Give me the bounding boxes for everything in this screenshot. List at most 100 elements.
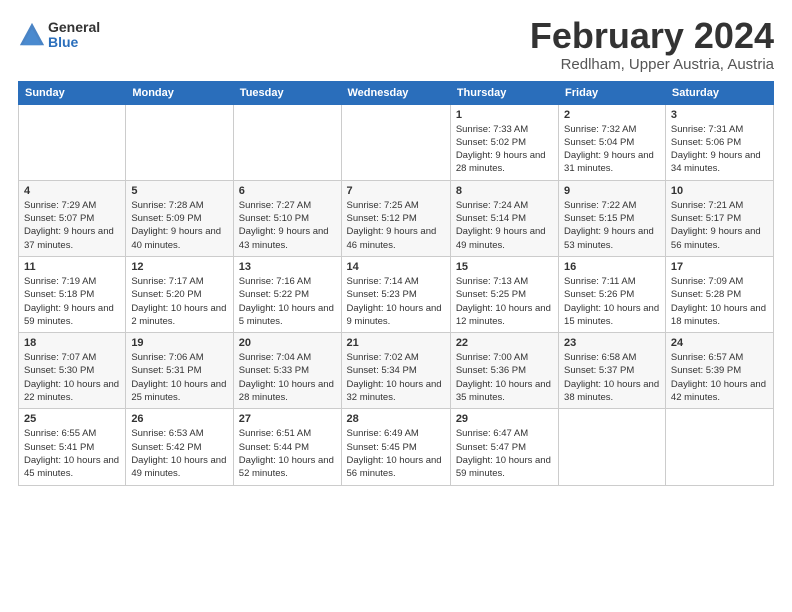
day-info: Sunrise: 7:02 AM Sunset: 5:34 PM Dayligh…	[347, 351, 445, 404]
day-number: 16	[564, 261, 660, 273]
logo-general: General	[48, 20, 100, 35]
day-info: Sunrise: 7:13 AM Sunset: 5:25 PM Dayligh…	[456, 275, 553, 328]
day-number: 4	[24, 185, 120, 197]
calendar-cell: 22 Sunrise: 7:00 AM Sunset: 5:36 PM Dayli…	[450, 333, 558, 409]
day-info: Sunrise: 7:04 AM Sunset: 5:33 PM Dayligh…	[239, 351, 336, 404]
logo-icon	[18, 21, 46, 49]
calendar-cell: 11 Sunrise: 7:19 AM Sunset: 5:18 PM Dayli…	[19, 256, 126, 332]
calendar-cell: 19 Sunrise: 7:06 AM Sunset: 5:31 PM Dayli…	[126, 333, 233, 409]
calendar-cell: 16 Sunrise: 7:11 AM Sunset: 5:26 PM Dayli…	[559, 256, 666, 332]
day-number: 7	[347, 185, 445, 197]
calendar-cell: 15 Sunrise: 7:13 AM Sunset: 5:25 PM Dayli…	[450, 256, 558, 332]
calendar-week-row: 1Sunrise: 7:33 AM Sunset: 5:02 PM Daylig…	[19, 104, 774, 180]
calendar-cell	[19, 104, 126, 180]
day-number: 17	[671, 261, 768, 273]
day-number: 12	[131, 261, 227, 273]
calendar-week-row: 18Sunrise: 7:07 AM Sunset: 5:30 PM Dayli…	[19, 333, 774, 409]
day-number: 9	[564, 185, 660, 197]
calendar-header-tuesday: Tuesday	[233, 81, 341, 104]
calendar-cell: 1Sunrise: 7:33 AM Sunset: 5:02 PM Daylig…	[450, 104, 558, 180]
calendar-cell: 6 Sunrise: 7:27 AM Sunset: 5:10 PM Daylig…	[233, 180, 341, 256]
calendar-cell: 8 Sunrise: 7:24 AM Sunset: 5:14 PM Daylig…	[450, 180, 558, 256]
calendar-cell: 5Sunrise: 7:28 AM Sunset: 5:09 PM Daylig…	[126, 180, 233, 256]
day-info: Sunrise: 7:31 AM Sunset: 5:06 PM Dayligh…	[671, 123, 768, 176]
day-info: Sunrise: 6:49 AM Sunset: 5:45 PM Dayligh…	[347, 427, 445, 480]
calendar-header-wednesday: Wednesday	[341, 81, 450, 104]
calendar-cell	[126, 104, 233, 180]
calendar-cell	[341, 104, 450, 180]
calendar-week-row: 4 Sunrise: 7:29 AM Sunset: 5:07 PM Daylig…	[19, 180, 774, 256]
day-info: Sunrise: 7:11 AM Sunset: 5:26 PM Dayligh…	[564, 275, 660, 328]
calendar-cell	[665, 409, 773, 485]
day-number: 21	[347, 337, 445, 349]
day-info: Sunrise: 7:14 AM Sunset: 5:23 PM Dayligh…	[347, 275, 445, 328]
page: General Blue February 2024 Redlham, Uppe…	[0, 0, 792, 612]
day-number: 11	[24, 261, 120, 273]
logo-text: General Blue	[48, 20, 100, 51]
month-title: February 2024	[530, 16, 774, 56]
day-info: Sunrise: 6:57 AM Sunset: 5:39 PM Dayligh…	[671, 351, 768, 404]
day-info: Sunrise: 7:06 AM Sunset: 5:31 PM Dayligh…	[131, 351, 227, 404]
day-number: 13	[239, 261, 336, 273]
calendar-cell	[233, 104, 341, 180]
day-number: 19	[131, 337, 227, 349]
calendar-cell: 25 Sunrise: 6:55 AM Sunset: 5:41 PM Dayli…	[19, 409, 126, 485]
day-info: Sunrise: 7:19 AM Sunset: 5:18 PM Dayligh…	[24, 275, 120, 328]
calendar-cell: 21 Sunrise: 7:02 AM Sunset: 5:34 PM Dayli…	[341, 333, 450, 409]
day-info: Sunrise: 7:16 AM Sunset: 5:22 PM Dayligh…	[239, 275, 336, 328]
day-number: 22	[456, 337, 553, 349]
calendar-table: SundayMondayTuesdayWednesdayThursdayFrid…	[18, 81, 774, 486]
day-info: Sunrise: 6:53 AM Sunset: 5:42 PM Dayligh…	[131, 427, 227, 480]
day-info: Sunrise: 7:00 AM Sunset: 5:36 PM Dayligh…	[456, 351, 553, 404]
calendar-cell	[559, 409, 666, 485]
calendar-cell: 2Sunrise: 7:32 AM Sunset: 5:04 PM Daylig…	[559, 104, 666, 180]
day-info: Sunrise: 7:21 AM Sunset: 5:17 PM Dayligh…	[671, 199, 768, 252]
calendar-cell: 27Sunrise: 6:51 AM Sunset: 5:44 PM Dayli…	[233, 409, 341, 485]
header: General Blue February 2024 Redlham, Uppe…	[18, 16, 774, 73]
calendar-cell: 29Sunrise: 6:47 AM Sunset: 5:47 PM Dayli…	[450, 409, 558, 485]
day-info: Sunrise: 7:27 AM Sunset: 5:10 PM Dayligh…	[239, 199, 336, 252]
calendar-cell: 26Sunrise: 6:53 AM Sunset: 5:42 PM Dayli…	[126, 409, 233, 485]
calendar-cell: 23Sunrise: 6:58 AM Sunset: 5:37 PM Dayli…	[559, 333, 666, 409]
day-info: Sunrise: 7:29 AM Sunset: 5:07 PM Dayligh…	[24, 199, 120, 252]
calendar-cell: 10 Sunrise: 7:21 AM Sunset: 5:17 PM Dayli…	[665, 180, 773, 256]
day-number: 8	[456, 185, 553, 197]
calendar-week-row: 11 Sunrise: 7:19 AM Sunset: 5:18 PM Dayli…	[19, 256, 774, 332]
calendar-cell: 13 Sunrise: 7:16 AM Sunset: 5:22 PM Dayli…	[233, 256, 341, 332]
day-number: 24	[671, 337, 768, 349]
calendar-cell: 4 Sunrise: 7:29 AM Sunset: 5:07 PM Daylig…	[19, 180, 126, 256]
day-info: Sunrise: 6:47 AM Sunset: 5:47 PM Dayligh…	[456, 427, 553, 480]
day-info: Sunrise: 7:24 AM Sunset: 5:14 PM Dayligh…	[456, 199, 553, 252]
location-title: Redlham, Upper Austria, Austria	[530, 56, 774, 73]
day-info: Sunrise: 7:07 AM Sunset: 5:30 PM Dayligh…	[24, 351, 120, 404]
calendar-cell: 12 Sunrise: 7:17 AM Sunset: 5:20 PM Dayli…	[126, 256, 233, 332]
calendar-header-thursday: Thursday	[450, 81, 558, 104]
logo-blue: Blue	[48, 35, 100, 50]
day-info: Sunrise: 7:25 AM Sunset: 5:12 PM Dayligh…	[347, 199, 445, 252]
day-info: Sunrise: 7:28 AM Sunset: 5:09 PM Dayligh…	[131, 199, 227, 252]
day-info: Sunrise: 6:51 AM Sunset: 5:44 PM Dayligh…	[239, 427, 336, 480]
calendar-header-monday: Monday	[126, 81, 233, 104]
day-number: 15	[456, 261, 553, 273]
calendar-cell: 18Sunrise: 7:07 AM Sunset: 5:30 PM Dayli…	[19, 333, 126, 409]
day-number: 25	[24, 413, 120, 425]
calendar-week-row: 25 Sunrise: 6:55 AM Sunset: 5:41 PM Dayli…	[19, 409, 774, 485]
calendar-header-friday: Friday	[559, 81, 666, 104]
day-number: 20	[239, 337, 336, 349]
calendar-cell: 7 Sunrise: 7:25 AM Sunset: 5:12 PM Daylig…	[341, 180, 450, 256]
calendar-cell: 3 Sunrise: 7:31 AM Sunset: 5:06 PM Daylig…	[665, 104, 773, 180]
calendar-cell: 20 Sunrise: 7:04 AM Sunset: 5:33 PM Dayli…	[233, 333, 341, 409]
day-info: Sunrise: 7:09 AM Sunset: 5:28 PM Dayligh…	[671, 275, 768, 328]
day-number: 1	[456, 109, 553, 121]
day-number: 6	[239, 185, 336, 197]
day-number: 3	[671, 109, 768, 121]
calendar-header-row: SundayMondayTuesdayWednesdayThursdayFrid…	[19, 81, 774, 104]
calendar-cell: 24 Sunrise: 6:57 AM Sunset: 5:39 PM Dayli…	[665, 333, 773, 409]
day-number: 10	[671, 185, 768, 197]
day-info: Sunrise: 6:55 AM Sunset: 5:41 PM Dayligh…	[24, 427, 120, 480]
day-info: Sunrise: 7:17 AM Sunset: 5:20 PM Dayligh…	[131, 275, 227, 328]
calendar-cell: 9 Sunrise: 7:22 AM Sunset: 5:15 PM Daylig…	[559, 180, 666, 256]
day-info: Sunrise: 7:22 AM Sunset: 5:15 PM Dayligh…	[564, 199, 660, 252]
day-number: 2	[564, 109, 660, 121]
day-info: Sunrise: 6:58 AM Sunset: 5:37 PM Dayligh…	[564, 351, 660, 404]
